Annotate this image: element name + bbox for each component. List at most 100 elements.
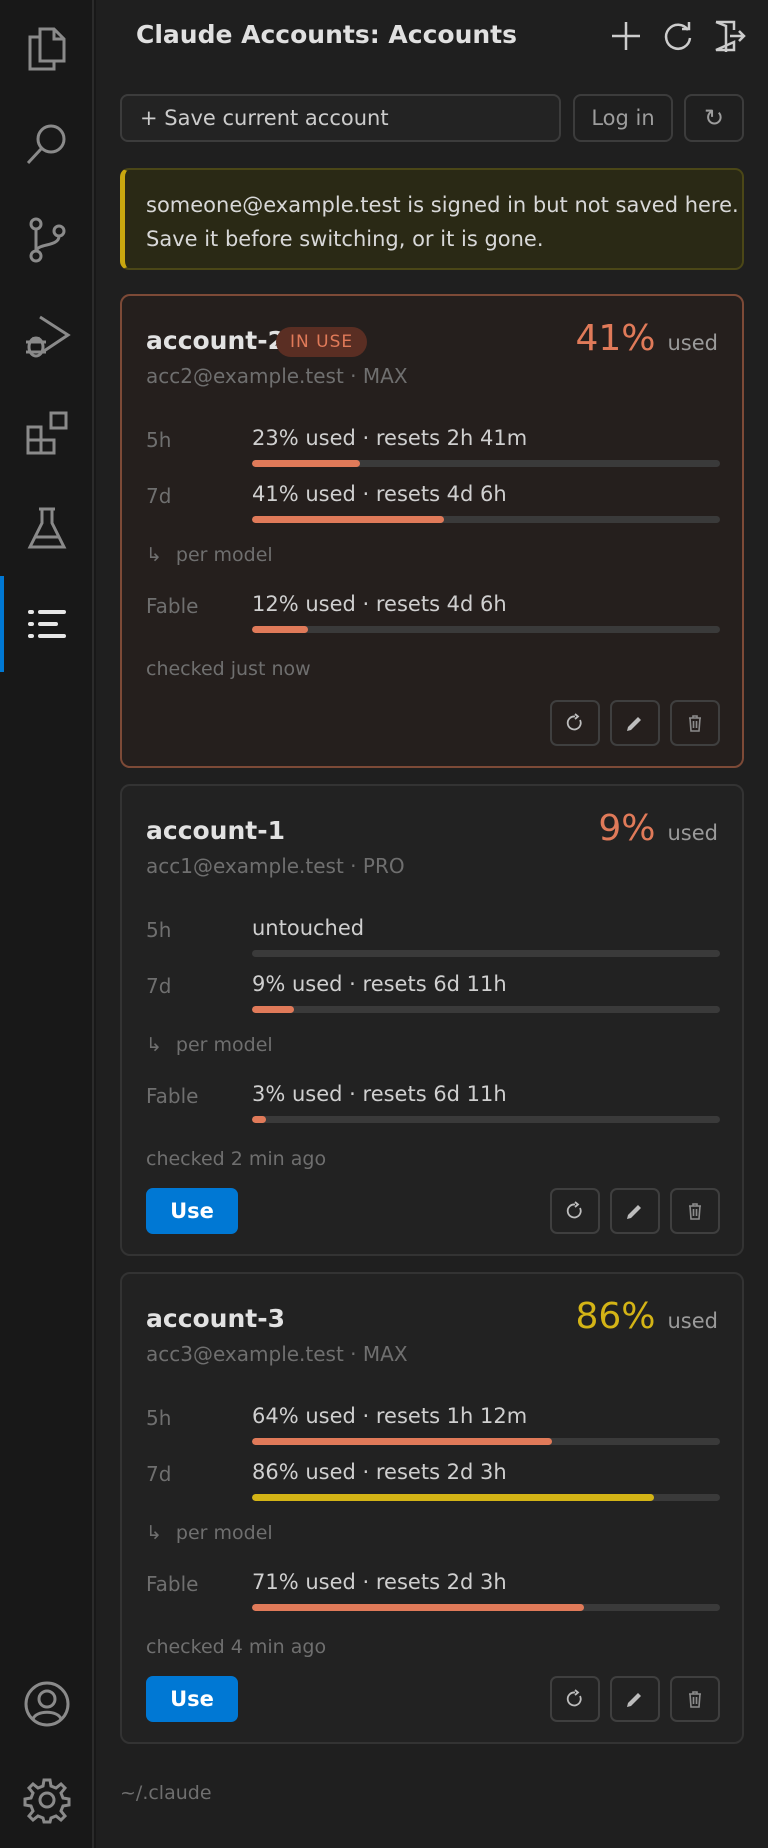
model-label: Fable [146, 594, 199, 618]
usage-summary: 41% used [575, 318, 718, 359]
activity-bar [0, 0, 94, 1848]
window-usage-text: untouched [252, 916, 365, 940]
delete-account-button[interactable] [670, 1676, 720, 1722]
settings-gear-icon[interactable] [0, 1752, 94, 1848]
save-current-account-button[interactable]: + Save current account [120, 94, 561, 142]
account-icon[interactable] [0, 1656, 94, 1752]
checked-time: checked 4 min ago [146, 1636, 327, 1658]
window-usage-text: 9% used · resets 6d 11h [252, 972, 507, 996]
rename-account-button[interactable] [610, 700, 660, 746]
usage-bar-fill [252, 1006, 295, 1013]
source-control-icon[interactable] [0, 192, 94, 288]
refresh-icon [566, 1201, 582, 1219]
rename-account-button[interactable] [610, 1676, 660, 1722]
model-usage-text: 3% used · resets 6d 11h [252, 1082, 507, 1106]
pencil-icon [627, 717, 641, 731]
per-model-arrow: ↳ [146, 1522, 162, 1544]
account-subtitle: acc3@example.test · MAX [146, 1342, 408, 1366]
usage-bar [252, 1494, 720, 1501]
window-usage-text: 86% used · resets 2d 3h [252, 1460, 507, 1484]
accounts-panel: Claude Accounts: Accounts + Save current… [96, 0, 768, 1848]
delete-account-button[interactable] [670, 1188, 720, 1234]
use-account-button[interactable]: Use [146, 1676, 238, 1722]
window-label-5h: 5h [146, 428, 172, 452]
usage-percent-label: used [667, 821, 718, 845]
usage-bar [252, 1006, 720, 1013]
refresh-icon [566, 1689, 582, 1707]
explorer-icon[interactable] [0, 0, 94, 96]
in-use-badge: IN USE [276, 327, 368, 357]
account-card: account-3 acc3@example.test · MAX 86% us… [120, 1272, 744, 1744]
trash-icon [689, 1203, 701, 1220]
usage-bar-fill [252, 626, 309, 633]
trash-icon [689, 1691, 701, 1708]
account-card: account-2 IN USE acc2@example.test · MAX… [120, 294, 744, 768]
account-subtitle: acc2@example.test · MAX [146, 364, 408, 388]
logout-icon[interactable] [710, 18, 746, 54]
add-icon[interactable] [608, 18, 644, 54]
usage-summary: 9% used [598, 808, 718, 849]
usage-percent: 9% [598, 808, 656, 849]
per-model-label: per model [175, 1034, 273, 1056]
usage-bar-fill [252, 1116, 267, 1123]
warning-line-1: someone@example.test is signed in but no… [146, 193, 739, 217]
usage-bar-fill [252, 460, 360, 467]
window-label-5h: 5h [146, 918, 172, 942]
checked-time: checked 2 min ago [146, 1148, 327, 1170]
usage-bar-fill [252, 1604, 585, 1611]
model-usage-text: 12% used · resets 4d 6h [252, 592, 507, 616]
per-model-heading: ↳ per model [146, 1522, 273, 1544]
window-label-7d: 7d [146, 1462, 172, 1486]
usage-bar [252, 1116, 720, 1123]
accounts-list-icon[interactable] [0, 576, 94, 672]
toolbar: + Save current account Log in ↻ [120, 94, 744, 144]
run-debug-icon[interactable] [0, 288, 94, 384]
testing-icon[interactable] [0, 480, 94, 576]
usage-percent: 86% [575, 1296, 656, 1337]
refresh-account-button[interactable] [550, 1188, 600, 1234]
window-usage-text: 41% used · resets 4d 6h [252, 482, 507, 506]
config-path: ~/.claude [120, 1782, 212, 1804]
rename-account-button[interactable] [610, 1188, 660, 1234]
per-model-label: per model [175, 1522, 273, 1544]
model-usage-text: 71% used · resets 2d 3h [252, 1570, 507, 1594]
per-model-arrow: ↳ [146, 1034, 162, 1056]
refresh-account-button[interactable] [550, 700, 600, 746]
window-label-7d: 7d [146, 974, 172, 998]
account-subtitle: acc1@example.test · PRO [146, 854, 405, 878]
delete-account-button[interactable] [670, 700, 720, 746]
usage-bar [252, 516, 720, 523]
usage-percent-label: used [667, 1309, 718, 1333]
per-model-heading: ↳ per model [146, 544, 273, 566]
pencil-icon [627, 1693, 641, 1707]
window-label-7d: 7d [146, 484, 172, 508]
account-name: account-3 [146, 1304, 286, 1333]
refresh-account-button[interactable] [550, 1676, 600, 1722]
usage-percent: 41% [575, 318, 656, 359]
search-icon[interactable] [0, 96, 94, 192]
usage-bar [252, 950, 720, 957]
panel-title: Claude Accounts: Accounts [136, 20, 518, 49]
extensions-icon[interactable] [0, 384, 94, 480]
trash-icon [689, 715, 701, 732]
window-usage-text: 64% used · resets 1h 12m [252, 1404, 528, 1428]
model-label: Fable [146, 1084, 199, 1108]
use-account-button[interactable]: Use [146, 1188, 238, 1234]
per-model-label: per model [175, 544, 273, 566]
usage-bar-fill [252, 516, 444, 523]
per-model-arrow: ↳ [146, 544, 162, 566]
reload-button[interactable]: ↻ [684, 94, 744, 142]
refresh-icon[interactable] [660, 18, 696, 54]
account-name: account-2 [146, 326, 286, 355]
usage-percent-label: used [667, 331, 718, 355]
per-model-heading: ↳ per model [146, 1034, 273, 1056]
usage-bar-fill [252, 1438, 552, 1445]
pencil-icon [627, 1205, 641, 1219]
usage-bar [252, 626, 720, 633]
usage-bar [252, 1438, 720, 1445]
window-usage-text: 23% used · resets 2h 41m [252, 426, 528, 450]
usage-bar [252, 1604, 720, 1611]
account-name: account-1 [146, 816, 286, 845]
usage-bar [252, 460, 720, 467]
log-in-button[interactable]: Log in [573, 94, 673, 142]
